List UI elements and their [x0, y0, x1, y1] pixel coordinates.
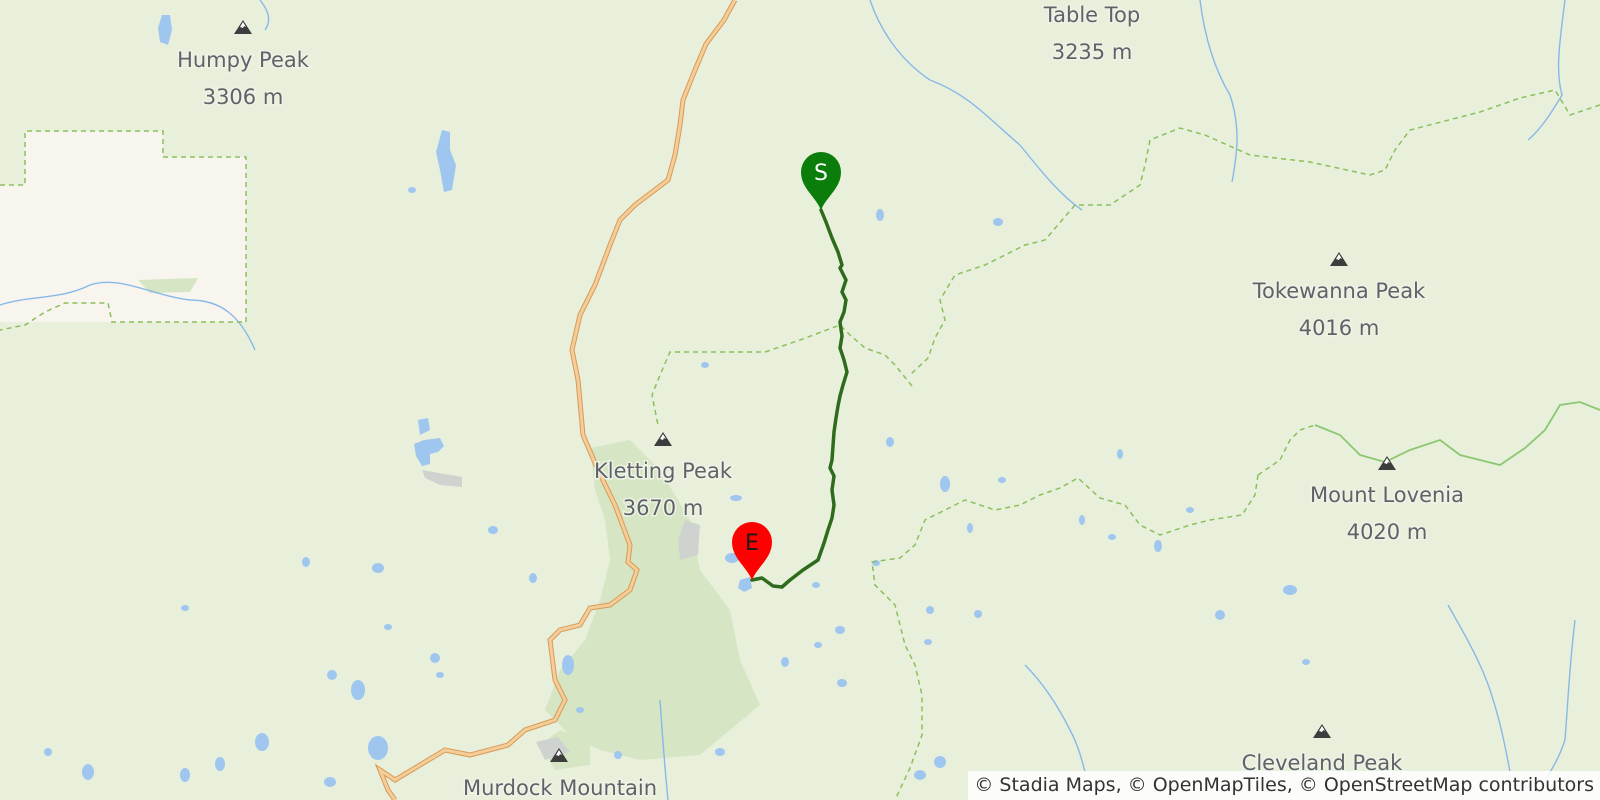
peak-name-tokewanna: Tokewanna Peak: [1252, 279, 1426, 303]
lake: [302, 557, 310, 567]
peak-name-humpy: Humpy Peak: [177, 48, 310, 72]
lake: [1302, 659, 1310, 665]
lake: [974, 610, 982, 618]
lake: [1215, 610, 1225, 620]
lake: [1108, 534, 1116, 540]
start-marker-label: S: [814, 161, 828, 186]
lake: [1283, 585, 1297, 595]
lake: [562, 655, 574, 675]
lake: [1117, 449, 1123, 459]
lake: [781, 657, 789, 667]
land-background: [0, 0, 1600, 800]
lake: [1154, 540, 1162, 552]
lake: [934, 756, 946, 768]
lake: [436, 672, 444, 678]
lake: [529, 573, 537, 583]
lake: [44, 748, 52, 756]
lake: [730, 495, 742, 501]
lake: [914, 770, 926, 780]
lake: [993, 218, 1003, 226]
lake: [1079, 515, 1085, 525]
lake: [181, 605, 189, 611]
peak-elevation-lovenia: 4020 m: [1347, 520, 1428, 544]
lake: [324, 777, 336, 787]
lake: [715, 748, 725, 756]
lake: [926, 606, 934, 614]
lake: [940, 476, 950, 492]
peak-elevation-kletting: 3670 m: [623, 496, 704, 520]
lake: [82, 764, 94, 780]
map-attribution[interactable]: © Stadia Maps, © OpenMapTiles, © OpenStr…: [968, 771, 1600, 800]
lake: [924, 639, 932, 645]
peak-elevation-humpy: 3306 m: [203, 85, 284, 109]
end-marker-label: E: [745, 531, 759, 556]
lake: [408, 187, 416, 193]
peak-elevation-tokewanna: 4016 m: [1299, 316, 1380, 340]
peak-name-kletting: Kletting Peak: [594, 459, 733, 483]
lake: [372, 563, 384, 573]
lake: [384, 624, 392, 630]
lake: [837, 679, 847, 687]
lake: [368, 736, 388, 760]
lake: [327, 670, 337, 680]
private-land-area: [0, 131, 246, 322]
lake: [351, 680, 365, 700]
map-layer: Humpy Peak 3306 m Table Top 3235 m Tokew…: [0, 0, 1600, 800]
map-canvas[interactable]: Humpy Peak 3306 m Table Top 3235 m Tokew…: [0, 0, 1600, 800]
lake: [814, 642, 822, 648]
lake: [876, 209, 884, 221]
lake: [576, 707, 584, 713]
lake: [255, 733, 269, 751]
lake: [886, 437, 894, 447]
lake: [430, 653, 440, 663]
lake: [812, 582, 820, 588]
peak-name-lovenia: Mount Lovenia: [1310, 483, 1464, 507]
peak-elevation-table-top: 3235 m: [1052, 40, 1133, 64]
lake: [614, 751, 622, 759]
lake: [488, 526, 498, 534]
lake: [1186, 507, 1194, 513]
peak-name-murdock: Murdock Mountain: [463, 776, 657, 800]
lake: [835, 626, 845, 634]
lake: [967, 523, 973, 533]
lake: [215, 757, 225, 771]
peak-name-table-top: Table Top: [1043, 3, 1140, 27]
lake: [701, 362, 709, 368]
lake: [180, 768, 190, 782]
lake: [998, 477, 1006, 483]
